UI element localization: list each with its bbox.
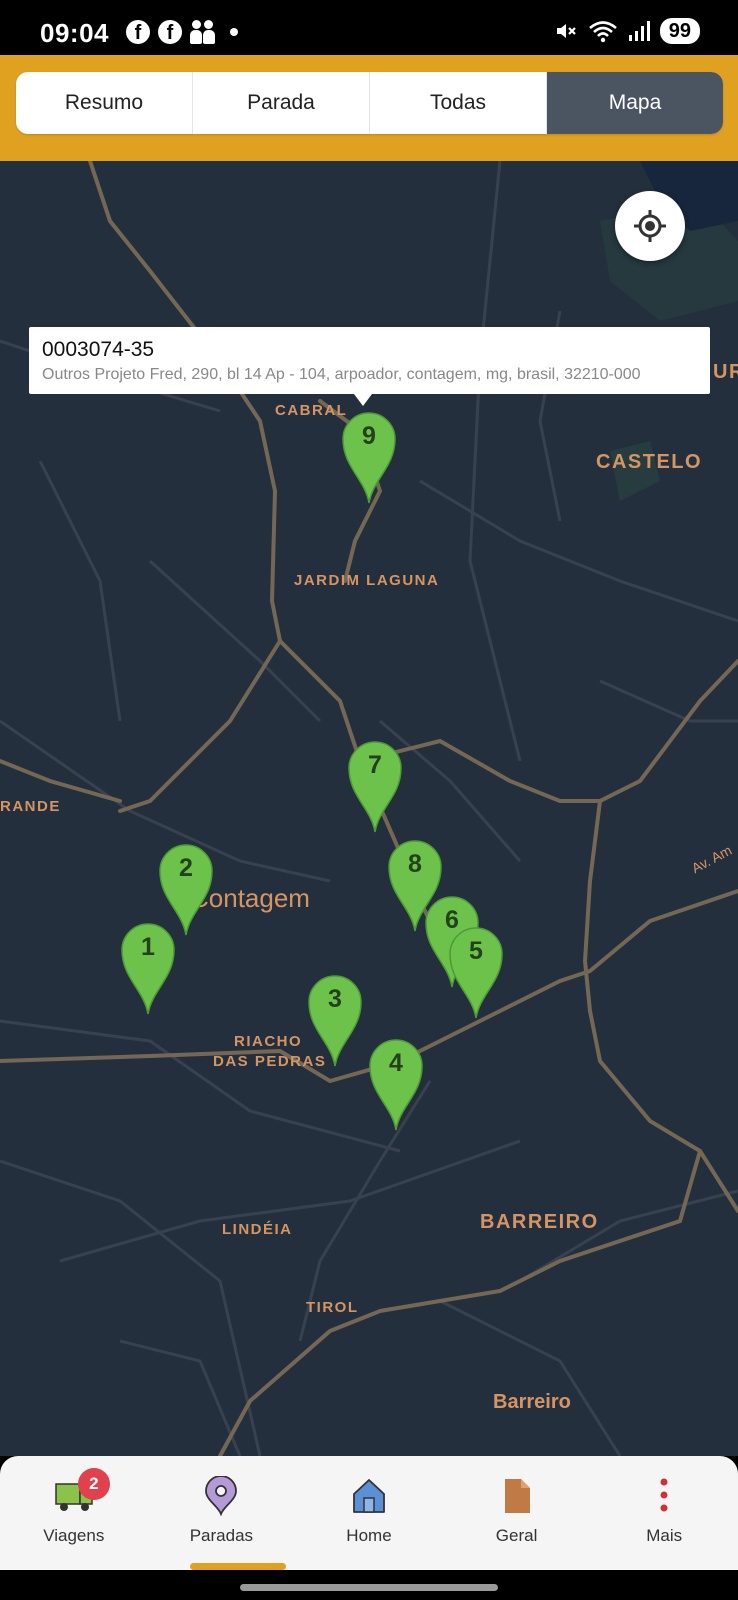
- tab-mapa[interactable]: Mapa: [547, 72, 723, 134]
- nav-label: Mais: [646, 1526, 683, 1545]
- truck-icon: 2: [54, 1468, 110, 1516]
- info-window-title: 0003074-35: [42, 338, 155, 361]
- status-time: 09:04: [40, 18, 109, 48]
- more-vertical-icon: [644, 1476, 684, 1516]
- bottom-navigation: 2 Viagens Paradas Home Geral Mais: [0, 1456, 738, 1570]
- location-pin-icon: [201, 1475, 241, 1517]
- map-label-lindeia: LINDÉIA: [222, 1221, 293, 1238]
- signal-icon: [628, 21, 650, 41]
- home-gesture-bar[interactable]: [240, 1584, 498, 1591]
- document-icon: [497, 1476, 537, 1516]
- map-label-riacho: RIACHO: [234, 1033, 303, 1050]
- battery-indicator: 99: [659, 18, 700, 44]
- wifi-icon: [588, 21, 617, 43]
- gesture-navigation-area: [0, 1570, 738, 1600]
- map-label-rande: RANDE: [0, 798, 61, 815]
- map-marker-1[interactable]: 1: [120, 920, 176, 1016]
- status-bar: 09:04 f f 99: [0, 0, 738, 55]
- system-icons: 99: [554, 18, 700, 44]
- dot-icon: [230, 28, 238, 36]
- header: Resumo Parada Todas Mapa: [0, 55, 738, 161]
- map-marker-9[interactable]: 9: [341, 409, 397, 505]
- tab-todas[interactable]: Todas: [370, 72, 547, 134]
- facebook-icon: f: [158, 20, 182, 44]
- home-icon: [349, 1476, 389, 1516]
- tab-parada[interactable]: Parada: [193, 72, 370, 134]
- map-label-barreiro: Barreiro: [493, 1391, 571, 1413]
- nav-item-paradas[interactable]: Paradas: [148, 1456, 296, 1570]
- people-icon: [190, 20, 216, 44]
- nav-label: Paradas: [189, 1526, 254, 1545]
- segmented-tabs: Resumo Parada Todas Mapa: [16, 72, 723, 134]
- facebook-icon: f: [126, 20, 150, 44]
- nav-label: Home: [346, 1526, 392, 1545]
- nav-label: Viagens: [43, 1526, 105, 1545]
- map-label-cabral: CABRAL: [275, 402, 348, 419]
- nav-item-geral[interactable]: Geral: [443, 1456, 591, 1570]
- nav-item-viagens[interactable]: 2 Viagens: [0, 1456, 148, 1570]
- map-marker-3[interactable]: 3: [307, 972, 363, 1068]
- nav-item-home[interactable]: Home: [295, 1456, 443, 1570]
- mute-icon: [556, 24, 576, 38]
- map-label-castelo: CASTELO: [596, 451, 703, 473]
- map-label-edge: UR: [713, 361, 738, 383]
- nav-item-mais[interactable]: Mais: [590, 1456, 738, 1570]
- nav-label: Geral: [495, 1526, 538, 1545]
- tab-resumo[interactable]: Resumo: [16, 72, 193, 134]
- map-view[interactable]: CABRAL CASTELO JARDIM LAGUNA RANDE Conta…: [0, 161, 738, 1456]
- notification-icons: f f: [126, 20, 238, 44]
- active-nav-indicator: [190, 1563, 286, 1570]
- map-marker-4[interactable]: 4: [368, 1036, 424, 1132]
- map-label-barreiro-upper: BARREIRO: [480, 1211, 599, 1233]
- map-marker-5[interactable]: 5: [448, 924, 504, 1020]
- map-label-jardim-laguna: JARDIM LAGUNA: [294, 572, 440, 589]
- info-window-address: Outros Projeto Fred, 290, bl 14 Ap - 104…: [42, 366, 641, 383]
- marker-info-window[interactable]: 0003074-35 Outros Projeto Fred, 290, bl …: [29, 327, 710, 406]
- map-marker-7[interactable]: 7: [347, 738, 403, 834]
- viagens-badge: 2: [77, 1468, 110, 1500]
- map-label-tirol: TIROL: [306, 1299, 359, 1316]
- my-location-button[interactable]: [615, 191, 685, 261]
- crosshair-icon: [634, 210, 666, 242]
